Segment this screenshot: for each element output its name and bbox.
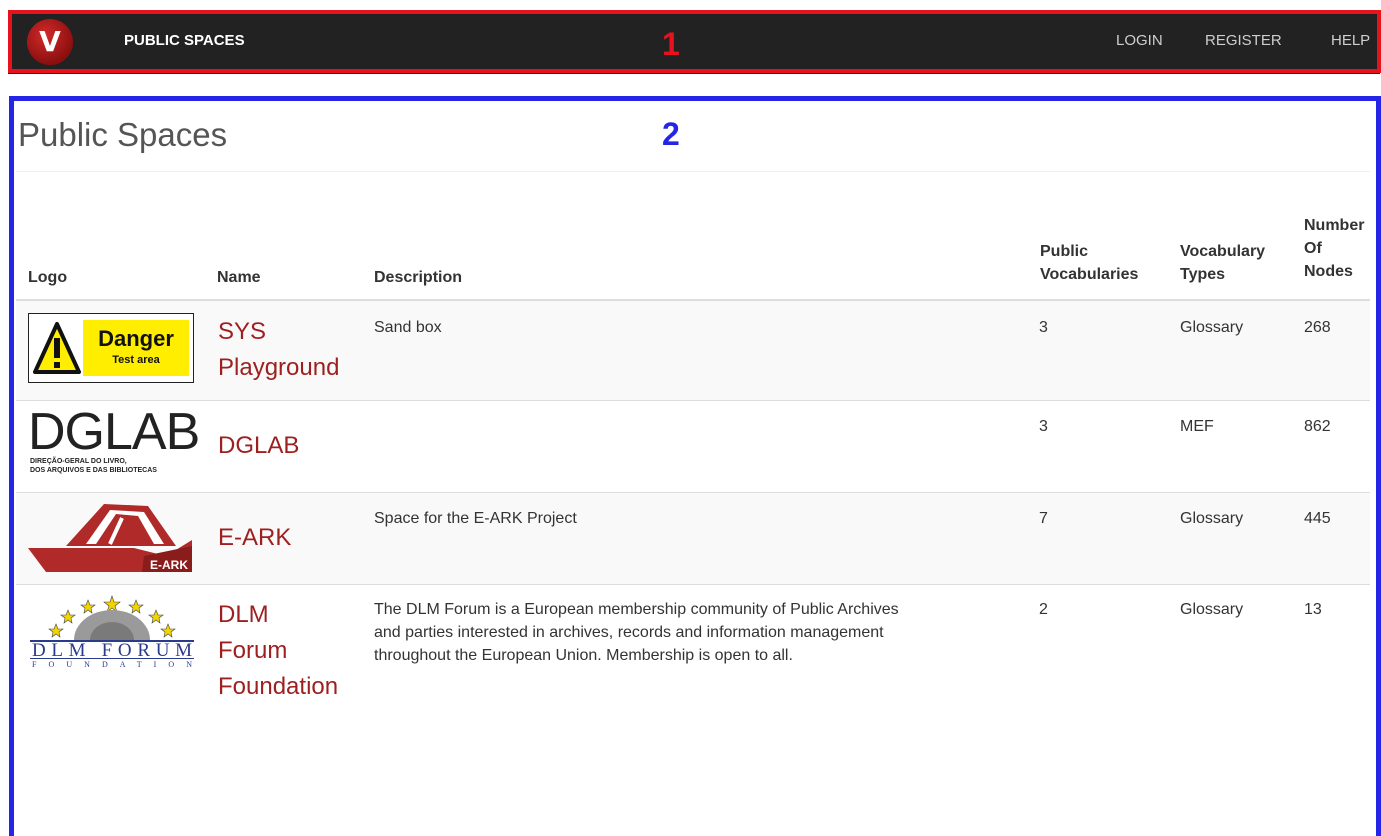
public-vocabularies-count: 3 xyxy=(1039,319,1048,336)
column-header-vocabulary-types: Vocabulary Types xyxy=(1180,243,1266,283)
column-header-logo: Logo xyxy=(28,269,68,286)
number-of-nodes: 13 xyxy=(1304,601,1322,618)
space-name-link[interactable]: DGLAB xyxy=(218,428,299,464)
public-vocabularies-count: 3 xyxy=(1039,418,1048,435)
vocabulary-types: Glossary xyxy=(1180,601,1244,618)
page-title: Public Spaces xyxy=(18,116,228,153)
ark-boat-icon: E-ARK xyxy=(28,504,192,572)
vocabulary-types: Glossary xyxy=(1180,510,1244,527)
app-logo-letter: V xyxy=(39,25,61,58)
vocabulary-types: MEF xyxy=(1180,418,1214,435)
annotation-label-1: 1 xyxy=(662,26,680,62)
column-header-name: Name xyxy=(217,269,261,286)
space-description: Space for the E-ARK Project xyxy=(374,510,577,527)
nav-register-link[interactable]: REGISTER xyxy=(1205,32,1282,49)
space-name-link[interactable]: E-ARK xyxy=(218,520,291,556)
warning-triangle-icon xyxy=(33,322,81,374)
number-of-nodes: 862 xyxy=(1304,418,1331,435)
number-of-nodes: 268 xyxy=(1304,319,1331,336)
vocabulary-types: Glossary xyxy=(1180,319,1244,336)
public-vocabularies-count: 2 xyxy=(1039,601,1048,618)
svg-text:DLM FORUM: DLM FORUM xyxy=(32,640,192,661)
number-of-nodes: 445 xyxy=(1304,510,1331,527)
nav-public-spaces-link[interactable]: PUBLIC SPACES xyxy=(124,32,245,49)
e-ark-logo[interactable]: E-ARK xyxy=(26,500,196,574)
space-description: Sand box xyxy=(374,319,442,336)
space-name-link[interactable]: SYS Playground xyxy=(218,314,339,386)
column-header-number-of-nodes: Number Of Nodes xyxy=(1304,217,1365,280)
dlm-forum-emblem-icon: DLM FORUM FOUNDATION xyxy=(30,595,194,669)
title-divider xyxy=(16,171,1370,172)
column-header-public-vocabularies: Public Vocabularies xyxy=(1040,243,1139,283)
space-description: The DLM Forum is a European membership c… xyxy=(374,601,899,664)
danger-test-area-logo[interactable]: Danger Test area xyxy=(28,313,194,383)
nav-help-link[interactable]: HELP xyxy=(1331,32,1370,49)
dlm-forum-logo[interactable]: DLM FORUM FOUNDATION xyxy=(26,594,198,670)
dglab-logo[interactable]: DGLAB DIREÇÃO-GERAL DO LIVRO, DOS ARQUIVO… xyxy=(28,406,200,482)
svg-text:E-ARK: E-ARK xyxy=(150,558,188,572)
app-logo[interactable]: V xyxy=(27,19,73,65)
space-name-link[interactable]: DLM Forum Foundation xyxy=(218,597,338,705)
annotation-label-2: 2 xyxy=(662,116,680,152)
public-vocabularies-count: 7 xyxy=(1039,510,1048,527)
nav-login-link[interactable]: LOGIN xyxy=(1116,32,1163,49)
svg-text:FOUNDATION: FOUNDATION xyxy=(32,660,192,669)
column-header-description: Description xyxy=(374,269,463,286)
